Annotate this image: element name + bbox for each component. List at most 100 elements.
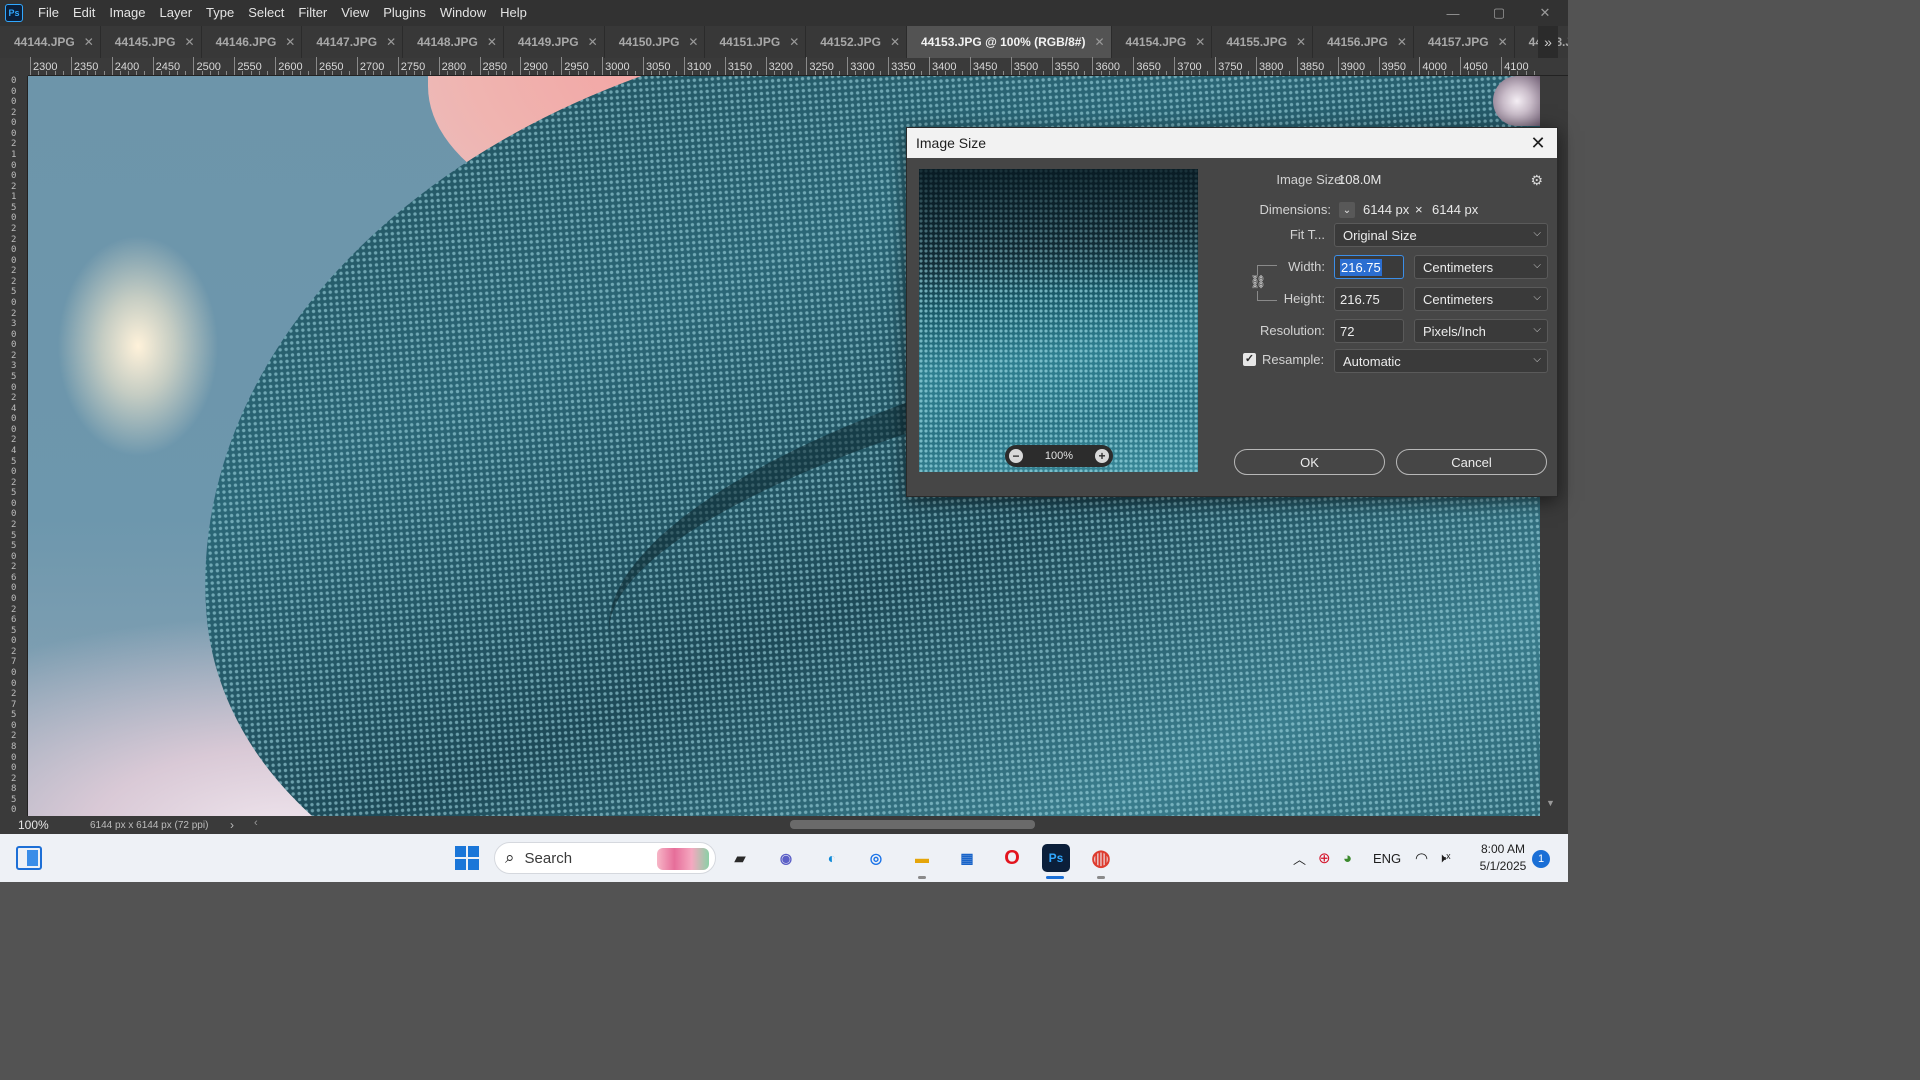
width-input[interactable]: 216.75 — [1334, 255, 1404, 279]
zoom-out-icon[interactable]: − — [1009, 449, 1023, 463]
resolution-input[interactable]: 72 — [1334, 319, 1404, 343]
dialog-titlebar[interactable]: Image Size ✕ — [907, 128, 1557, 158]
document-tab[interactable]: 44156.JPG ✕ — [1313, 26, 1414, 58]
document-tab[interactable]: 44150.JPG ✕ — [604, 26, 706, 58]
tab-close-icon[interactable]: ✕ — [386, 35, 396, 49]
tab-close-icon[interactable]: ✕ — [1195, 35, 1205, 49]
menu-filter[interactable]: Filter — [291, 0, 334, 26]
start-button[interactable] — [455, 846, 479, 870]
horizontal-scroll-thumb[interactable] — [790, 820, 1035, 829]
menu-type[interactable]: Type — [199, 0, 241, 26]
tab-close-icon[interactable]: ✕ — [1296, 35, 1306, 49]
constrain-proportions-link-icon[interactable]: ⛓ — [1250, 274, 1267, 290]
ruler-tick — [1296, 57, 1298, 75]
width-unit-select[interactable]: Centimeters ⌵ — [1414, 255, 1548, 279]
taskbar-search[interactable]: ⌕ Search — [494, 842, 716, 874]
resample-select[interactable]: Automatic ⌵ — [1334, 349, 1548, 373]
globe-icon[interactable]: ◕ — [1343, 834, 1352, 882]
maximize-icon[interactable]: ▢ — [1476, 0, 1522, 26]
height-unit-select[interactable]: Centimeters ⌵ — [1414, 287, 1548, 311]
document-tab[interactable]: 44155.JPG ✕ — [1212, 26, 1314, 58]
tab-close-icon[interactable]: ✕ — [185, 35, 195, 49]
menu-layer[interactable]: Layer — [153, 0, 200, 26]
chrome-icon[interactable]: ◍ — [1087, 844, 1115, 872]
document-tab[interactable]: 44154.JPG ✕ — [1111, 26, 1213, 58]
vpn-icon[interactable]: ⊕ — [1318, 834, 1331, 882]
document-tab[interactable]: 44148.JPG ✕ — [403, 26, 504, 58]
resample-checkbox[interactable]: ✓ — [1243, 353, 1256, 366]
document-tab[interactable]: 44149.JPG ✕ — [503, 26, 605, 58]
scroll-left-icon[interactable]: ‹ — [254, 817, 258, 829]
ok-button[interactable]: OK — [1234, 449, 1385, 475]
document-tab[interactable]: 44157.JPG ✕ — [1413, 26, 1515, 58]
volume-muted-icon[interactable]: 🕨ˣ — [1438, 834, 1450, 882]
edge-icon[interactable]: ◐ — [818, 844, 846, 872]
tab-close-icon[interactable]: ✕ — [285, 35, 295, 49]
tab-close-icon[interactable]: ✕ — [890, 35, 900, 49]
tab-close-icon[interactable]: ✕ — [1094, 35, 1104, 49]
preview-zoom-level: 100% — [1044, 450, 1074, 462]
image-preview[interactable]: − 100% + — [919, 169, 1198, 472]
menu-edit[interactable]: Edit — [66, 0, 102, 26]
horizontal-scrollbar[interactable]: ‹ — [254, 817, 1530, 829]
ruler-tick — [1215, 57, 1217, 75]
photos-icon[interactable]: ◎ — [862, 844, 890, 872]
tab-close-icon[interactable]: ✕ — [688, 35, 698, 49]
tab-overflow-icon[interactable]: » — [1538, 26, 1558, 58]
tab-close-icon[interactable]: ✕ — [84, 35, 94, 49]
height-unit-value: Centimeters — [1423, 291, 1494, 307]
zoom-level[interactable]: 100% — [0, 818, 60, 832]
ruler-minor-tick — [904, 71, 906, 75]
menu-image[interactable]: Image — [102, 0, 152, 26]
tab-close-icon[interactable]: ✕ — [1498, 35, 1508, 49]
show-hidden-icons-icon[interactable]: ︿ — [1293, 834, 1306, 882]
document-tab[interactable]: 44152.JPG ✕ — [806, 26, 908, 58]
zoom-in-icon[interactable]: + — [1094, 449, 1109, 463]
task-view-icon[interactable]: ▰ — [726, 844, 754, 872]
tab-close-icon[interactable]: ✕ — [789, 35, 799, 49]
settings-gear-icon[interactable]: ⚙ — [1530, 172, 1543, 189]
document-tab[interactable]: 44151.JPG ✕ — [705, 26, 807, 58]
height-value: 216.75 — [1340, 291, 1380, 307]
dimensions-label: Dimensions: — [1259, 202, 1331, 217]
resolution-unit-select[interactable]: Pixels/Inch ⌵ — [1414, 319, 1548, 343]
notification-badge[interactable]: 1 — [1532, 850, 1550, 868]
widgets-icon[interactable] — [16, 846, 42, 870]
menu-plugins[interactable]: Plugins — [376, 0, 433, 26]
menu-window[interactable]: Window — [433, 0, 493, 26]
dimensions-chevron-icon[interactable]: ⌄ — [1339, 202, 1355, 218]
scroll-down-icon[interactable]: ▼ — [1546, 798, 1555, 808]
document-tab[interactable]: 44147.JPG ✕ — [302, 26, 404, 58]
tab-close-icon[interactable]: ✕ — [588, 35, 598, 49]
opera-icon[interactable]: O — [998, 844, 1026, 872]
ruler-minor-tick — [1125, 71, 1127, 75]
close-window-icon[interactable]: ✕ — [1522, 0, 1568, 26]
language-indicator[interactable]: ENG — [1373, 834, 1401, 882]
tab-close-icon[interactable]: ✕ — [487, 35, 497, 49]
store-icon[interactable]: ▦ — [953, 844, 981, 872]
minimize-icon[interactable]: — — [1430, 0, 1476, 26]
cancel-button[interactable]: Cancel — [1396, 449, 1547, 475]
ruler-minor-tick — [160, 71, 162, 75]
menu-file[interactable]: File — [31, 0, 66, 26]
height-input[interactable]: 216.75 — [1334, 287, 1404, 311]
document-tab[interactable]: 44146.JPG ✕ — [201, 26, 303, 58]
ruler-digit: 2 — [11, 604, 17, 615]
menu-view[interactable]: View — [334, 0, 376, 26]
status-menu-arrow-icon[interactable]: › — [230, 818, 246, 832]
tab-close-icon[interactable]: ✕ — [1397, 35, 1407, 49]
fit-to-select[interactable]: Original Size ⌵ — [1334, 223, 1548, 247]
teams-icon[interactable]: ◉ — [772, 844, 800, 872]
menu-help[interactable]: Help — [493, 0, 534, 26]
document-tab[interactable]: 44145.JPG ✕ — [100, 26, 202, 58]
taskbar-clock[interactable]: 8:00 AM 5/1/2025 — [1476, 841, 1530, 875]
ruler-minor-tick — [471, 71, 473, 75]
document-tab[interactable]: 44153.JPG @ 100% (RGB/8#) ✕ — [907, 26, 1112, 58]
height-label: Height: — [1283, 291, 1325, 306]
wifi-icon[interactable]: ◠ — [1415, 834, 1428, 882]
dialog-close-icon[interactable]: ✕ — [1527, 132, 1549, 154]
file-explorer-icon[interactable]: ▬ — [908, 844, 936, 872]
menu-select[interactable]: Select — [241, 0, 291, 26]
document-tab[interactable]: 44144.JPG ✕ — [0, 26, 101, 58]
photoshop-icon[interactable]: Ps — [1042, 844, 1070, 872]
